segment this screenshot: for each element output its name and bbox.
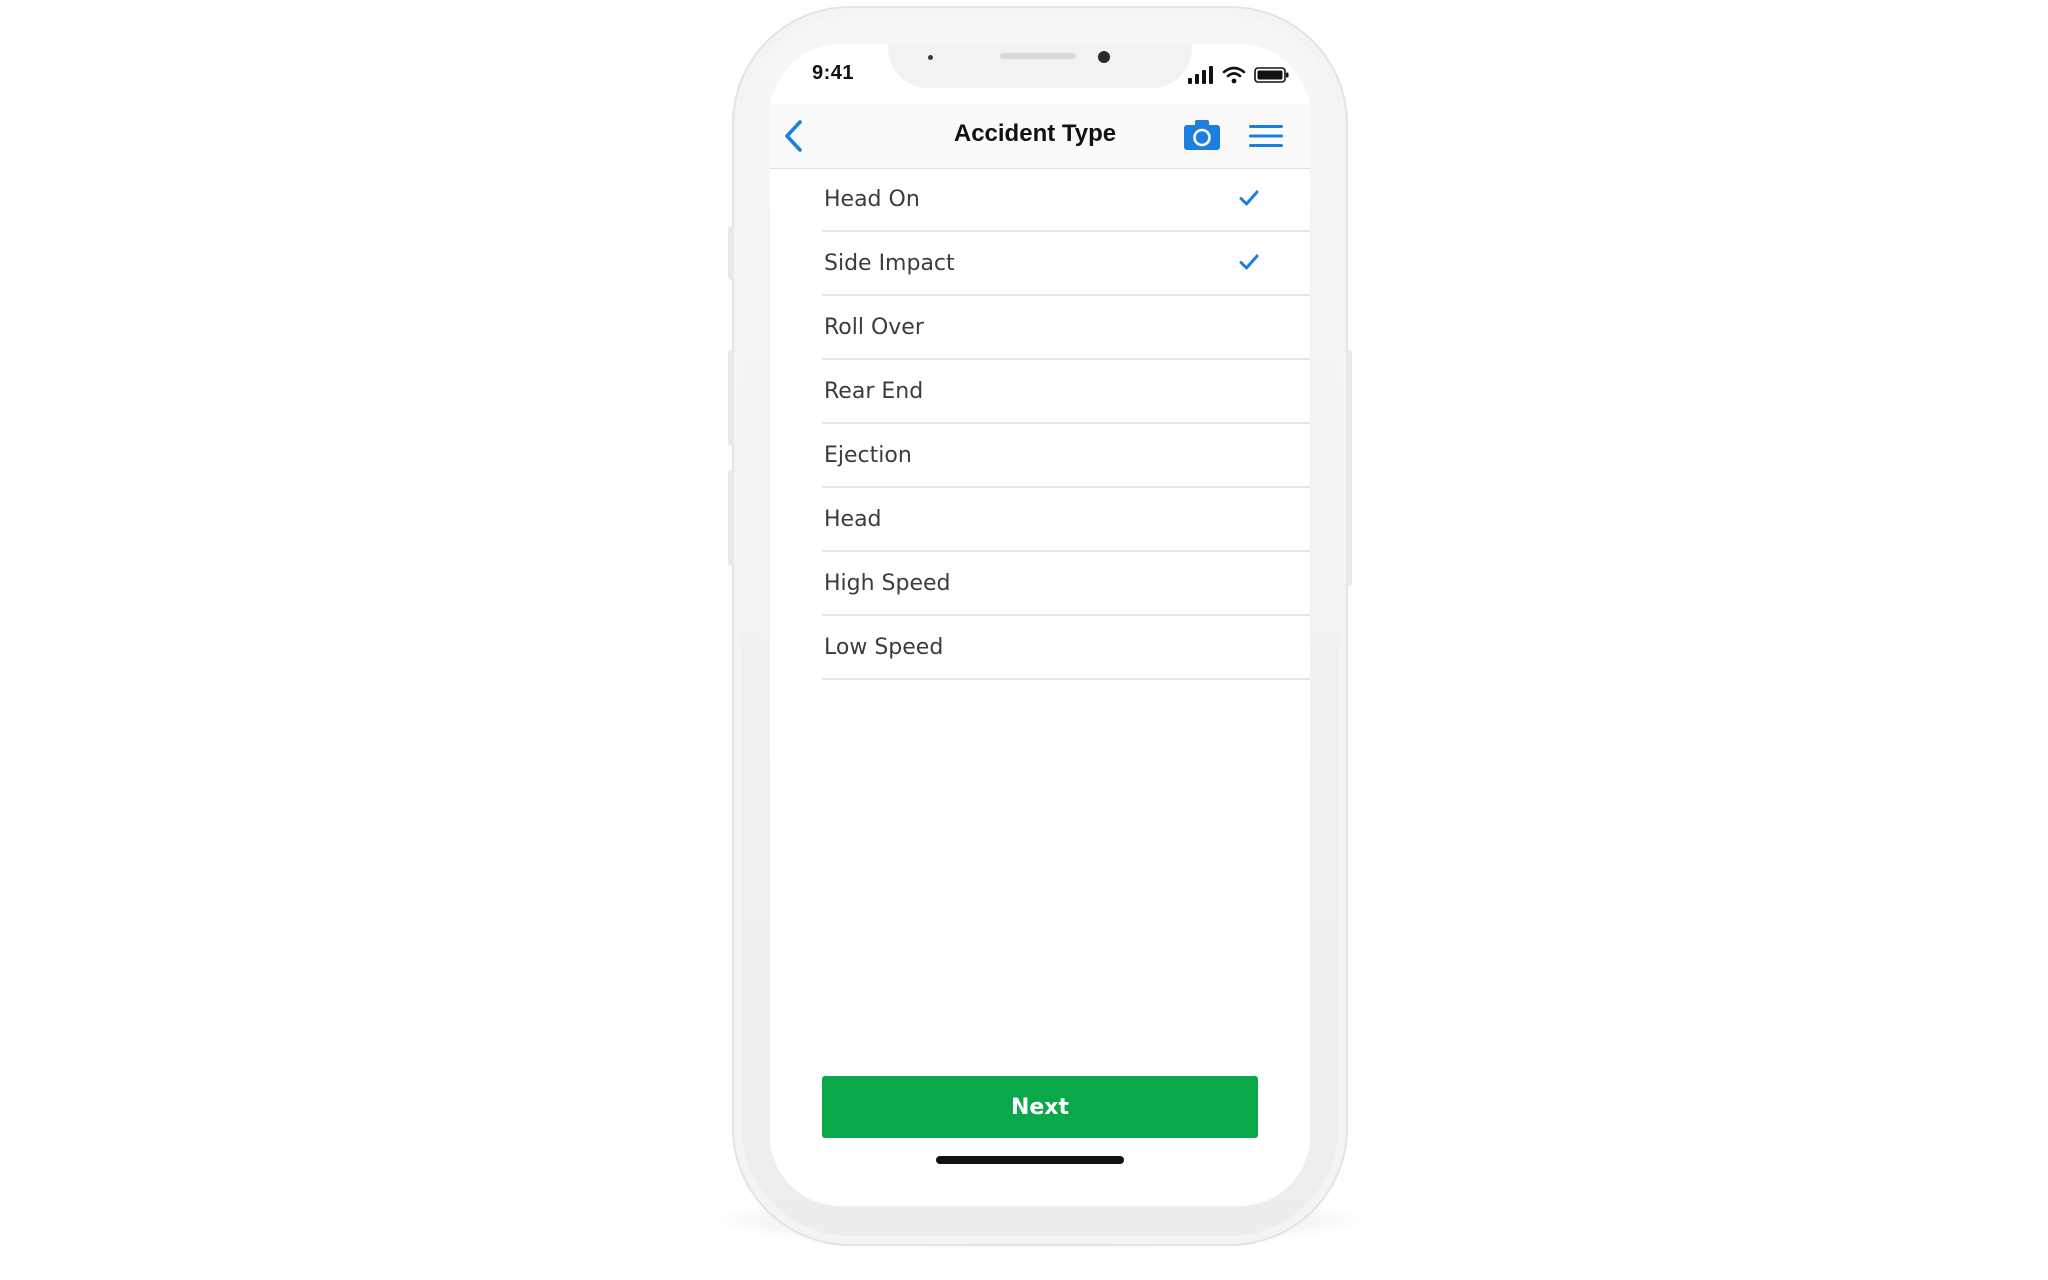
status-icons [1188,64,1290,86]
notch [888,44,1192,88]
list-item[interactable]: Head [822,488,1310,552]
front-camera [1098,51,1110,63]
back-button[interactable] [776,118,810,154]
list-item-label: Ejection [824,442,912,468]
speaker-grille [1000,53,1076,59]
menu-button[interactable] [1248,122,1284,150]
home-indicator [936,1156,1124,1164]
page-title: Accident Type [953,120,1117,147]
next-button[interactable]: Next [822,1076,1258,1138]
stage: 9:41 Accident Type Head On Side Impact R… [0,0,2048,1280]
list-item-label: Roll Over [824,314,924,340]
list-item[interactable]: Head On [822,168,1310,232]
list-item-label: Head On [824,186,920,212]
camera-button[interactable] [1182,118,1222,152]
list-item-label: Rear End [824,378,924,404]
silent-switch [728,226,734,280]
battery-icon [1254,67,1289,83]
power-button [1346,350,1352,586]
list-item[interactable]: Ejection [822,424,1310,488]
list-item-label: Low Speed [824,634,944,660]
camera-icon [1184,120,1220,150]
chevron-left-icon [785,120,802,152]
sensor-dot [928,55,933,60]
wifi-icon [1222,66,1246,84]
list-item[interactable]: Rear End [822,360,1310,424]
checkmark-icon [1239,254,1259,270]
accident-type-list: Head On Side Impact Roll Over Rear End Eject… [822,168,1310,680]
list-item[interactable]: Side Impact [822,232,1310,296]
list-item-label: High Speed [824,570,951,596]
volume-up-button [728,350,734,446]
list-item-label: Side Impact [824,250,955,276]
checkmark-icon [1239,190,1259,206]
list-item[interactable]: High Speed [822,552,1310,616]
list-item[interactable]: Roll Over [822,296,1310,360]
hamburger-menu-icon [1249,125,1283,147]
volume-down-button [728,470,734,566]
list-item[interactable]: Low Speed [822,616,1310,680]
cellular-signal-icon [1188,66,1213,84]
list-item-label: Head [824,506,882,532]
status-time: 9:41 [812,62,855,84]
